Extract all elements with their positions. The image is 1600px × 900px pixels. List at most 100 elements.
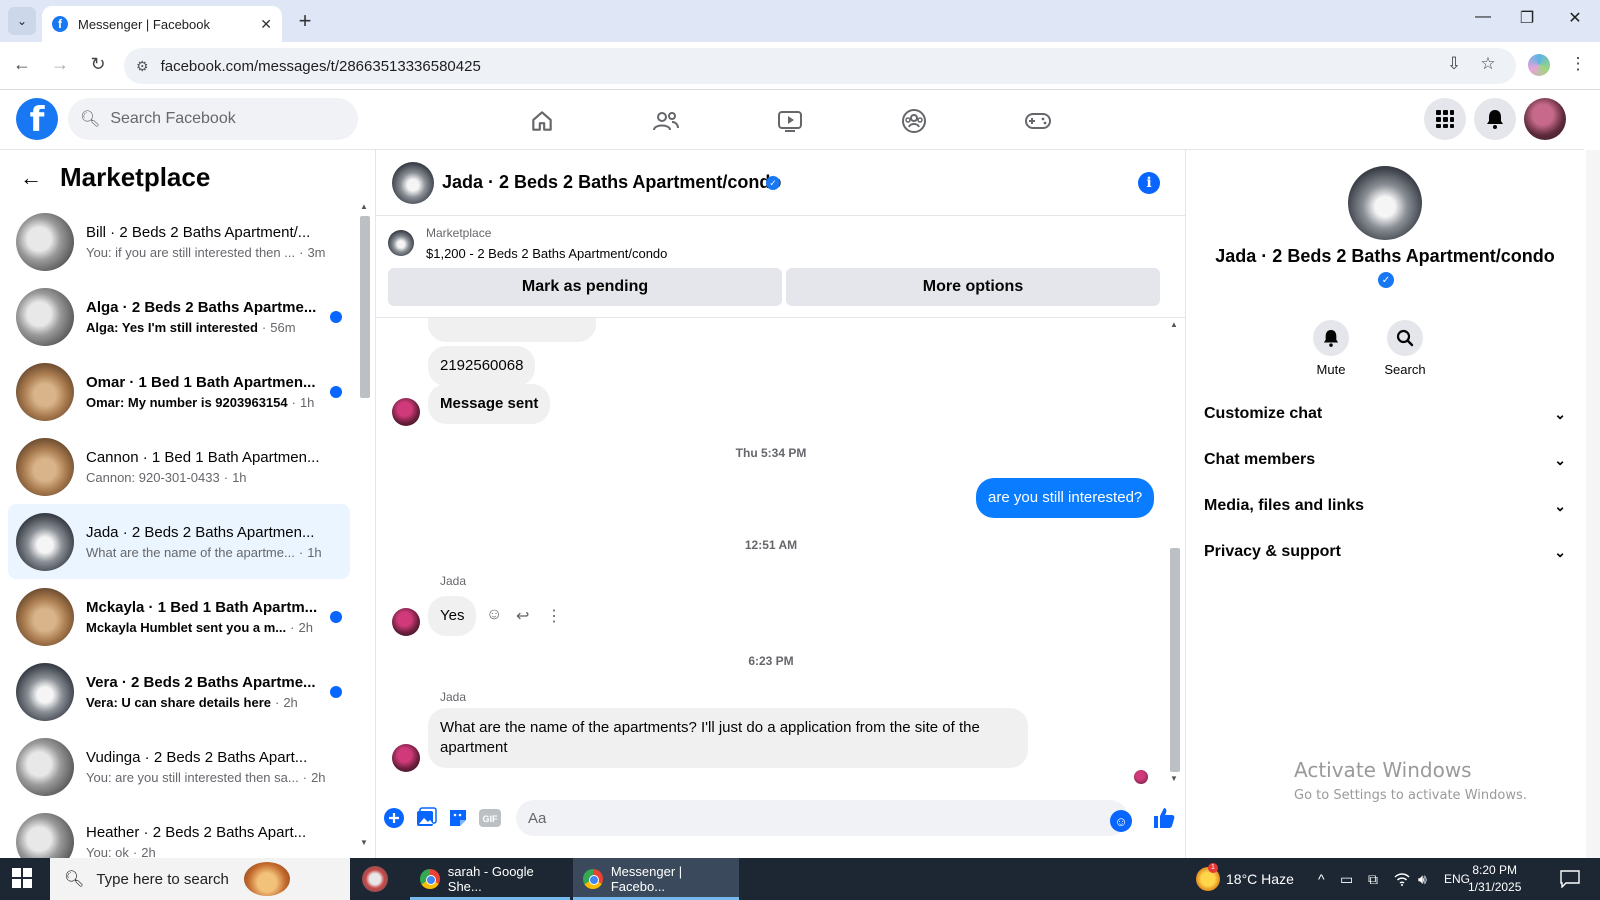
sender-avatar[interactable] xyxy=(392,744,420,772)
mute-button[interactable]: Mute xyxy=(1296,320,1366,377)
conversation-item[interactable]: Heather · 2 Beds 2 Baths Apart... You: ok… xyxy=(8,804,350,858)
address-bar[interactable]: ⚙ facebook.com/messages/t/28663513336580… xyxy=(124,48,1516,84)
more-options-button[interactable]: More options xyxy=(786,268,1160,306)
pinned-app-icon[interactable] xyxy=(362,866,388,892)
react-emoji-icon[interactable]: ☺ xyxy=(486,606,502,624)
browser-profile-avatar[interactable] xyxy=(1528,54,1550,76)
reload-icon[interactable]: ↻ xyxy=(86,54,110,75)
scroll-down-arrow-icon[interactable]: ▼ xyxy=(1170,774,1178,783)
friends-icon[interactable] xyxy=(646,106,686,136)
emoji-icon[interactable]: ☺ xyxy=(1110,810,1132,832)
contact-avatar[interactable] xyxy=(1348,166,1422,240)
conversation-item[interactable]: Mckayla · 1 Bed 1 Bath Apartm... Mckayla … xyxy=(8,579,350,654)
scroll-up-arrow-icon[interactable]: ▲ xyxy=(360,202,368,211)
conversation-scrollbar[interactable]: ▲ ▼ xyxy=(360,202,370,852)
conversation-item[interactable]: Omar · 1 Bed 1 Bath Apartmen... Omar: My … xyxy=(8,354,350,429)
account-avatar[interactable] xyxy=(1524,98,1566,140)
info-icon[interactable]: i xyxy=(1138,172,1160,194)
preview-separator: · xyxy=(274,694,280,710)
close-window-button[interactable]: ✕ xyxy=(1560,8,1590,28)
show-hidden-icons-chevron-up-icon[interactable]: ^ xyxy=(1318,858,1325,900)
conversation-item[interactable]: Jada · 2 Beds 2 Baths Apartmen... What ar… xyxy=(8,504,350,579)
message-bubble[interactable]: 2192560068 xyxy=(428,346,536,386)
forward-arrow-icon[interactable]: → xyxy=(48,54,72,75)
conversation-item[interactable]: Alga · 2 Beds 2 Baths Apartme... Alga: Ye… xyxy=(8,279,350,354)
message-bubble-partial[interactable] xyxy=(428,318,596,342)
battery-icon[interactable]: ▭ xyxy=(1340,858,1353,900)
input-language[interactable]: ENG xyxy=(1444,858,1470,900)
new-tab-button[interactable]: + xyxy=(293,8,317,34)
attach-photo-icon[interactable] xyxy=(414,806,438,830)
taskbar-app-google-sheets[interactable]: sarah - Google She... xyxy=(410,858,570,900)
customize-chat-section[interactable]: Customize chat ⌄ xyxy=(1186,394,1566,434)
gaming-icon[interactable] xyxy=(1018,106,1058,136)
volume-icon[interactable]: 🔊︎ xyxy=(1418,858,1427,900)
chat-title[interactable]: Jada · 2 Beds 2 Baths Apartment/condo xyxy=(442,172,781,193)
device-icon[interactable]: ⧉ xyxy=(1368,858,1378,900)
groups-icon[interactable] xyxy=(894,106,934,136)
search-in-conversation-button[interactable]: Search xyxy=(1370,320,1440,377)
message-input[interactable] xyxy=(516,800,1128,836)
scroll-down-arrow-icon[interactable]: ▼ xyxy=(360,838,368,847)
taskbar-search-box[interactable]: 🔍︎ Type here to search xyxy=(50,858,350,900)
maximize-window-button[interactable]: ❐ xyxy=(1512,8,1542,28)
message-bubble[interactable]: What are the name of the apartments? I'l… xyxy=(428,708,1028,768)
notification-center-icon[interactable] xyxy=(1560,858,1580,900)
tab-search-button[interactable]: ⌄ xyxy=(8,7,36,35)
conversation-preview: You: if you are still interested then ..… xyxy=(86,245,326,260)
chat-avatar[interactable] xyxy=(392,162,434,204)
browser-menu-icon[interactable]: ⋮ xyxy=(1566,54,1590,74)
facebook-search-input[interactable]: 🔍︎ Search Facebook xyxy=(68,98,358,140)
scrollbar-thumb[interactable] xyxy=(1170,548,1180,772)
chat-members-section[interactable]: Chat members ⌄ xyxy=(1186,440,1566,480)
search-highlight-image[interactable] xyxy=(244,862,290,896)
tab-close-icon[interactable]: ✕ xyxy=(260,16,272,33)
marketplace-header: ← Marketplace xyxy=(20,162,210,193)
message-bubble[interactable]: Yes xyxy=(428,596,477,636)
browser-tab-messenger[interactable]: f Messenger | Facebook ✕ xyxy=(42,6,282,42)
weather-widget[interactable]: 1 18°C Haze xyxy=(1196,858,1294,900)
preview-text: What are the name of the apartme... xyxy=(86,544,295,560)
home-icon[interactable] xyxy=(522,106,562,136)
chrome-icon xyxy=(583,869,603,889)
scroll-up-arrow-icon[interactable]: ▲ xyxy=(1170,320,1178,329)
more-actions-icon[interactable]: ⋮ xyxy=(546,606,562,626)
wifi-icon[interactable] xyxy=(1394,858,1410,900)
timestamp: 6:23 PM xyxy=(748,654,794,668)
message-bubble[interactable]: Message sent xyxy=(428,384,551,424)
taskbar-clock[interactable]: 8:20 PM 1/31/2025 xyxy=(1468,862,1521,896)
conversation-item[interactable]: Vudinga · 2 Beds 2 Baths Apart... You: ar… xyxy=(8,729,350,804)
conversation-item[interactable]: Cannon · 1 Bed 1 Bath Apartmen... Cannon:… xyxy=(8,429,350,504)
reply-icon[interactable]: ↩ xyxy=(516,606,529,626)
facebook-logo-icon[interactable]: f xyxy=(16,98,58,140)
add-plus-icon[interactable] xyxy=(382,806,406,830)
notifications-bell-icon[interactable] xyxy=(1474,98,1516,140)
back-arrow-icon[interactable]: ← xyxy=(20,165,42,191)
media-files-links-section[interactable]: Media, files and links ⌄ xyxy=(1186,486,1566,526)
watch-video-icon[interactable] xyxy=(770,106,810,136)
chat-scrollbar[interactable]: ▲ ▼ xyxy=(1168,318,1182,788)
listing-title[interactable]: $1,200 - 2 Beds 2 Baths Apartment/condo xyxy=(426,246,667,261)
sender-avatar[interactable] xyxy=(392,398,420,426)
site-info-icon[interactable]: ⚙ xyxy=(136,58,149,75)
minimize-window-button[interactable]: — xyxy=(1468,8,1498,26)
conversation-item[interactable]: Bill · 2 Beds 2 Baths Apartment/... You: … xyxy=(8,204,350,279)
back-arrow-icon[interactable]: ← xyxy=(10,54,34,75)
mark-as-pending-button[interactable]: Mark as pending xyxy=(388,268,782,306)
menu-grid-icon[interactable] xyxy=(1424,98,1466,140)
windows-start-icon[interactable] xyxy=(12,868,32,894)
scrollbar-thumb[interactable] xyxy=(360,216,370,398)
sticker-icon[interactable] xyxy=(446,806,470,830)
gif-icon[interactable]: GIF xyxy=(478,806,502,830)
listing-thumbnail[interactable] xyxy=(388,230,414,256)
page-title: Marketplace xyxy=(60,162,211,192)
conversation-item[interactable]: Vera · 2 Beds 2 Baths Apartme... Vera: U … xyxy=(8,654,350,729)
like-thumbs-up-icon[interactable] xyxy=(1152,806,1176,836)
page-scrollbar[interactable] xyxy=(1586,150,1600,858)
sender-avatar[interactable] xyxy=(392,608,420,636)
install-app-icon[interactable]: ⇩ xyxy=(1442,54,1466,74)
privacy-support-section[interactable]: Privacy & support ⌄ xyxy=(1186,532,1566,572)
outgoing-message-bubble[interactable]: are you still interested? xyxy=(976,478,1155,518)
taskbar-app-messenger[interactable]: Messenger | Facebo... xyxy=(573,858,739,900)
bookmark-star-icon[interactable]: ☆ xyxy=(1476,54,1500,74)
